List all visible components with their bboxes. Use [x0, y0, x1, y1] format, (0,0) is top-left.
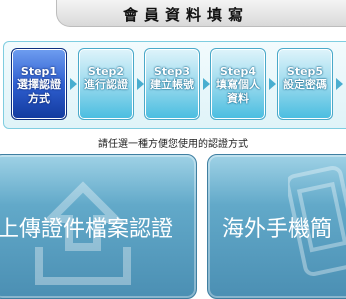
arrow-right-icon [336, 78, 343, 90]
arrow-right-icon [269, 78, 276, 90]
step-4: Step4 填寫個人資料 [210, 48, 266, 120]
overseas-phone-option-label: 海外手機簡 [222, 217, 333, 242]
step-5: Step5 設定密碼 [277, 48, 333, 120]
step-4-desc: 填寫個人資料 [216, 78, 260, 105]
overseas-phone-option[interactable]: 海外手機簡 [207, 154, 346, 299]
header-bar: 會員資料填寫 [56, 0, 346, 27]
upload-option-label: 上傳證件檔案認證 [0, 217, 174, 242]
step-3-label: Step3 [153, 65, 191, 78]
arrow-right-icon [137, 78, 144, 90]
page-title: 會員資料填寫 [122, 6, 249, 24]
step-1-label: Step1 [20, 65, 58, 78]
step-2-label: Step2 [87, 65, 125, 78]
step-1: Step1 選擇認證方式 [11, 48, 67, 120]
step-5-desc: 設定密碼 [283, 78, 327, 91]
step-3: Step3 建立帳號 [144, 48, 200, 120]
step-4-label: Step4 [219, 65, 257, 78]
step-5-label: Step5 [286, 65, 324, 78]
step-2-desc: 進行認證 [84, 78, 128, 91]
step-2: Step2 進行認證 [78, 48, 134, 120]
upload-document-option[interactable]: 上傳證件檔案認證 [0, 154, 197, 299]
arrow-right-icon [70, 78, 77, 90]
step-1-desc: 選擇認證方式 [17, 78, 61, 105]
instruction-text: 請任選一種方便您使用的認證方式 [98, 139, 248, 150]
arrow-right-icon [203, 78, 210, 90]
step-3-desc: 建立帳號 [150, 78, 194, 91]
